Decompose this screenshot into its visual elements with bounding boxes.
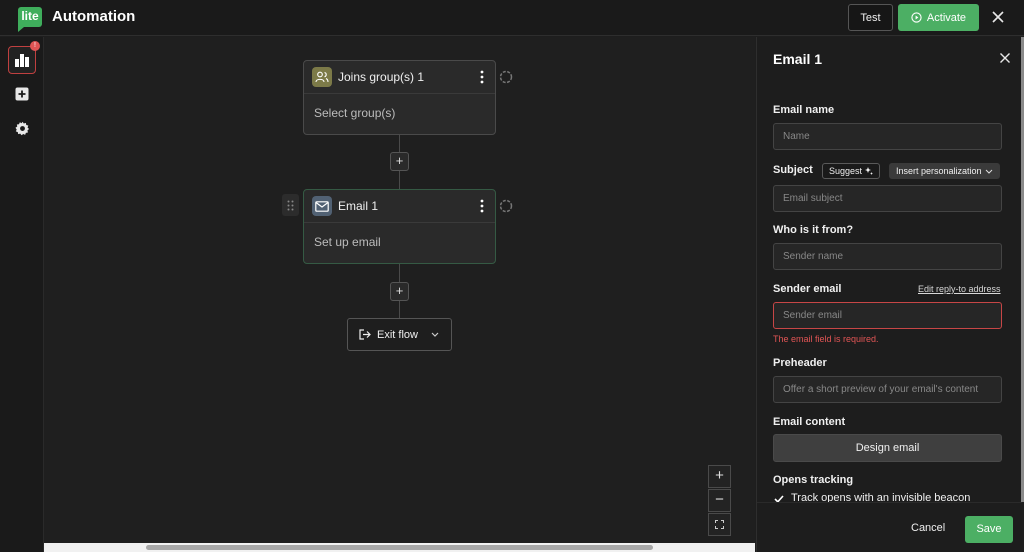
opens-tracking-label: Opens tracking	[773, 474, 854, 486]
edit-reply-to-link[interactable]: Edit reply-to address	[918, 284, 1001, 294]
loading-spinner-icon	[499, 70, 513, 84]
mailerlite-logo: lite	[18, 7, 42, 32]
suggest-label: Suggest	[829, 166, 863, 176]
drag-handle-icon[interactable]	[282, 194, 299, 216]
scrollbar-thumb[interactable]	[146, 545, 653, 550]
more-vertical-icon[interactable]	[479, 199, 485, 213]
fullscreen-icon	[715, 520, 724, 529]
sidebar-item-add[interactable]	[8, 80, 36, 108]
sidebar-item-settings[interactable]	[8, 114, 36, 142]
activate-button[interactable]: Activate	[898, 4, 979, 31]
add-step-button[interactable]: +	[390, 282, 409, 301]
close-icon[interactable]	[999, 52, 1011, 64]
sender-email-input[interactable]: Sender email	[773, 302, 1002, 329]
add-step-button[interactable]: +	[390, 152, 409, 171]
top-bar: lite Automation Test Activate	[0, 0, 1024, 36]
gear-icon	[14, 121, 29, 135]
preheader-label: Preheader	[773, 357, 827, 369]
chevron-down-icon	[985, 169, 992, 174]
email-node[interactable]: Email 1 Set up email	[303, 189, 496, 264]
node-body: Set up email	[314, 235, 381, 249]
zoom-out-button[interactable]: −	[708, 489, 731, 512]
mail-icon	[312, 196, 332, 216]
node-header: Email 1	[304, 190, 495, 223]
bar-chart-icon	[15, 54, 29, 67]
email-name-input[interactable]: Name	[773, 123, 1002, 150]
horizontal-scrollbar[interactable]	[44, 543, 755, 552]
connector-line	[399, 300, 400, 318]
sender-email-error: The email field is required.	[773, 334, 879, 344]
zoom-in-button[interactable]: +	[708, 465, 731, 488]
trigger-node[interactable]: Joins group(s) 1 Select group(s)	[303, 60, 496, 135]
email-content-label: Email content	[773, 416, 846, 428]
email-settings-panel: Email 1 Email name Name Subject Suggest …	[756, 37, 1022, 552]
node-body: Select group(s)	[314, 106, 396, 120]
left-sidebar: !	[0, 37, 44, 552]
sender-name-input[interactable]: Sender name	[773, 243, 1002, 270]
design-email-button[interactable]: Design email	[773, 434, 1002, 462]
sparkle-icon	[865, 167, 874, 175]
group-icon	[312, 67, 332, 87]
connector-line	[399, 263, 400, 282]
node-title: Joins group(s) 1	[338, 70, 425, 84]
fit-view-button[interactable]	[708, 513, 731, 536]
preheader-input[interactable]: Offer a short preview of your email's co…	[773, 376, 1002, 403]
activate-label: Activate	[926, 11, 967, 24]
chevron-down-icon	[431, 332, 439, 337]
test-button[interactable]: Test	[848, 4, 893, 31]
cancel-button[interactable]: Cancel	[911, 522, 945, 534]
sender-email-label: Sender email	[773, 283, 842, 295]
page-title: Automation	[52, 8, 136, 25]
save-button[interactable]: Save	[965, 516, 1013, 543]
from-label: Who is it from?	[773, 224, 854, 236]
insert-personalization-label: Insert personalization	[896, 166, 982, 176]
connector-line	[399, 171, 400, 190]
exit-flow-button[interactable]: Exit flow	[347, 318, 452, 351]
more-vertical-icon[interactable]	[479, 70, 485, 84]
panel-title: Email 1	[773, 51, 823, 67]
node-title: Email 1	[338, 199, 379, 213]
panel-footer: Cancel Save	[757, 502, 1022, 552]
subject-label: Subject	[773, 164, 813, 176]
connector-line	[399, 134, 400, 152]
node-header: Joins group(s) 1	[304, 61, 495, 94]
suggest-button[interactable]: Suggest	[822, 163, 881, 179]
exit-flow-label: Exit flow	[377, 328, 418, 341]
loading-spinner-icon	[499, 199, 513, 213]
subject-input[interactable]: Email subject	[773, 185, 1002, 212]
play-circle-icon	[911, 12, 922, 23]
close-icon[interactable]	[990, 9, 1006, 25]
email-name-label: Email name	[773, 104, 835, 116]
insert-personalization-dropdown[interactable]: Insert personalization	[889, 163, 1000, 179]
notification-badge: !	[30, 41, 40, 51]
exit-icon	[359, 329, 371, 340]
add-box-icon	[15, 87, 29, 101]
